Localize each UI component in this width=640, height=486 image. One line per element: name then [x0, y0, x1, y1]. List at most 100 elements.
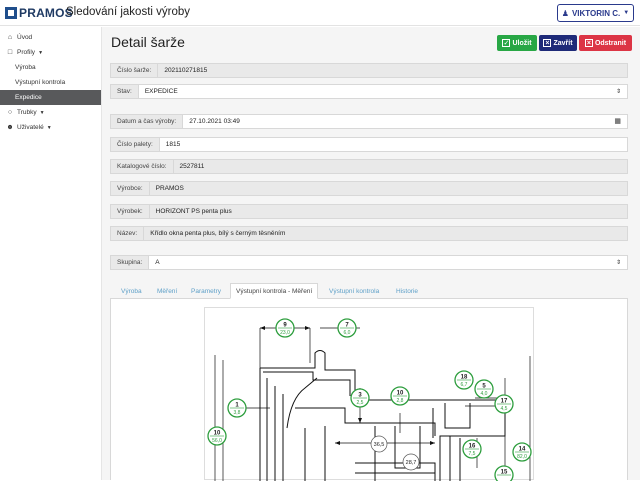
datum-input[interactable]: 27.10.2021 03:49	[183, 115, 627, 128]
sidebar-item-trubky[interactable]: ○ Trubky ▼	[0, 105, 101, 120]
field-label: Skupina:	[111, 256, 150, 269]
marker-value: 3,8	[234, 410, 241, 416]
field-value: HORIZONT PS penta plus	[149, 205, 627, 218]
measurement-marker-16[interactable]: 167,5	[462, 439, 482, 459]
measurement-marker-10[interactable]: 1056,0	[207, 426, 227, 446]
measurement-marker-9[interactable]: 923,0	[275, 318, 295, 338]
circle-icon: ○	[7, 109, 13, 116]
caret-down-icon: ▼	[38, 49, 44, 56]
marker-value: 4,5	[501, 406, 508, 412]
profile-drawing: 36,5 28,7 9 23,0 7 6,0 1 3,8 10 56,0 3 2,5 10 2,8 18…	[204, 307, 534, 485]
marker-value: 6,0	[344, 330, 351, 336]
sidebar-item-uzivatele[interactable]: ☻ Uživatelé ▼	[0, 120, 101, 135]
tab-historie[interactable]: Historie	[391, 283, 423, 299]
calendar-icon[interactable]: ▦	[614, 117, 621, 125]
field-label: Výrobce:	[111, 182, 150, 195]
tabs-bar: Výroba Měření Parametry Výstupní kontrol…	[110, 279, 628, 299]
marker-value: 56,0	[212, 438, 222, 444]
tab-vystupni-kontrola[interactable]: Výstupní kontrola	[324, 283, 384, 299]
field-katalogove-cislo: Katalogové číslo: 2527811	[110, 159, 628, 174]
marker-value: 2,8	[397, 398, 404, 404]
sidebar-item-label: Trubky	[17, 109, 37, 116]
chevron-down-icon: ▼	[623, 10, 630, 16]
field-vyrobce: Výrobce: PRAMOS	[110, 181, 628, 196]
tab-mereni[interactable]: Měření	[152, 283, 182, 299]
field-skupina[interactable]: Skupina: A ⇕	[110, 255, 628, 270]
save-icon: ✓	[502, 39, 511, 47]
marker-number: 14	[519, 447, 526, 453]
field-cislo-sarze: Číslo šarže: 202110271815	[110, 63, 628, 78]
measurement-marker-18[interactable]: 186,7	[454, 370, 474, 390]
select-arrows-icon: ⇕	[615, 260, 621, 266]
measurement-marker-1[interactable]: 13,8	[227, 398, 247, 418]
sidebar-item-label: Výstupní kontrola	[15, 79, 66, 86]
sidebar-item-profily[interactable]: □ Profily ▼	[0, 45, 101, 60]
measurement-marker-7[interactable]: 76,0	[337, 318, 357, 338]
user-icon: ♟	[561, 8, 569, 18]
field-datum[interactable]: Datum a čas výroby: 27.10.2021 03:49 ▦	[110, 114, 628, 129]
measurement-marker-17[interactable]: 174,5	[494, 394, 514, 414]
save-label: Uložit	[512, 39, 532, 47]
profile-drawing-svg: 36,5 28,7 923,076,013,81056,032,5102,818…	[207, 318, 532, 485]
marker-number: 16	[469, 444, 476, 450]
tab-vystupni-kontrola-mereni[interactable]: Výstupní kontrola - Měření	[230, 283, 319, 299]
measurement-marker-10[interactable]: 102,8	[390, 386, 410, 406]
marker-value: 2,5	[357, 400, 364, 406]
field-value: 2527811	[173, 160, 627, 173]
sidebar-item-label: Uživatelé	[17, 124, 44, 131]
logo-text: PRAMOS	[19, 5, 73, 20]
sidebar-item-label: Profily	[17, 49, 36, 56]
sidebar-item-vyroba[interactable]: Výroba	[0, 60, 101, 75]
skupina-select[interactable]: A	[149, 256, 627, 269]
measurement-marker-15[interactable]: 15	[494, 465, 514, 485]
measurement-marker-3[interactable]: 32,5	[350, 388, 370, 408]
field-label: Stav:	[111, 85, 139, 98]
select-arrows-icon: ⇕	[615, 89, 621, 95]
field-label: Číslo palety:	[111, 138, 160, 151]
pramos-logo[interactable]: PRAMOS	[5, 5, 73, 20]
tab-content-panel: 36,5 28,7 9 23,0 7 6,0 1 3,8 10 56,0 3 2,5 10 2,8 18…	[110, 299, 628, 485]
sidebar-item-uvod[interactable]: ⌂ Úvod	[0, 30, 101, 45]
field-label: Katalogové číslo:	[111, 160, 174, 173]
home-icon: ⌂	[7, 34, 13, 41]
measurement-marker-14[interactable]: 1482,0	[512, 442, 532, 462]
close-button[interactable]: × Zavřít	[539, 35, 577, 51]
marker-number: 17	[501, 399, 508, 405]
field-value: PRAMOS	[149, 182, 627, 195]
main-content: Detail šarže ✓ Uložit × Zavřít × Odstran…	[102, 27, 640, 485]
delete-label: Odstranit	[594, 39, 627, 47]
field-label: Název:	[111, 227, 145, 240]
logo-mark-icon	[5, 6, 17, 19]
cislo-palety-input[interactable]: 1815	[159, 138, 627, 151]
measurement-marker-5[interactable]: 54,0	[474, 379, 494, 399]
stav-select[interactable]: EXPEDICE	[138, 85, 627, 98]
field-vyrobek: Výrobek: HORIZONT PS penta plus	[110, 204, 628, 219]
app-title: Sledování jakosti výroby	[66, 6, 191, 18]
field-label: Číslo šarže:	[111, 64, 159, 77]
user-name: VIKTORIN C.	[571, 8, 621, 18]
field-label: Datum a čas výroby:	[111, 115, 184, 128]
delete-icon: ×	[584, 39, 593, 47]
marker-value: 23,0	[280, 330, 290, 336]
user-menu-button[interactable]: ♟ VIKTORIN C. ▼	[557, 4, 634, 22]
marker-value: 7,5	[469, 451, 476, 457]
tab-vyroba[interactable]: Výroba	[116, 283, 147, 299]
caret-down-icon: ▼	[39, 109, 45, 116]
field-value: Křídlo okna penta plus, bílý s černým tě…	[144, 227, 627, 240]
save-button[interactable]: ✓ Uložit	[497, 35, 537, 51]
tab-parametry[interactable]: Parametry	[186, 283, 226, 299]
marker-number: 10	[397, 391, 404, 397]
sidebar-item-label: Expedice	[15, 94, 42, 101]
field-cislo-palety[interactable]: Číslo palety: 1815	[110, 137, 628, 152]
sidebar-item-vystupni-kontrola[interactable]: Výstupní kontrola	[0, 75, 101, 90]
sidebar: ⌂ Úvod □ Profily ▼ Výroba Výstupní kontr…	[0, 27, 102, 480]
field-label: Výrobek:	[111, 205, 150, 218]
page-title: Detail šarže	[111, 34, 185, 50]
delete-button[interactable]: × Odstranit	[579, 35, 632, 51]
field-stav[interactable]: Stav: EXPEDICE ⇕	[110, 84, 628, 99]
dim-label: 28,7	[406, 460, 417, 466]
top-navbar: PRAMOS Sledování jakosti výroby ♟ VIKTOR…	[0, 0, 640, 26]
marker-number: 18	[461, 375, 468, 381]
sidebar-item-expedice[interactable]: Expedice	[0, 90, 101, 105]
caret-down-icon: ▼	[46, 124, 52, 131]
